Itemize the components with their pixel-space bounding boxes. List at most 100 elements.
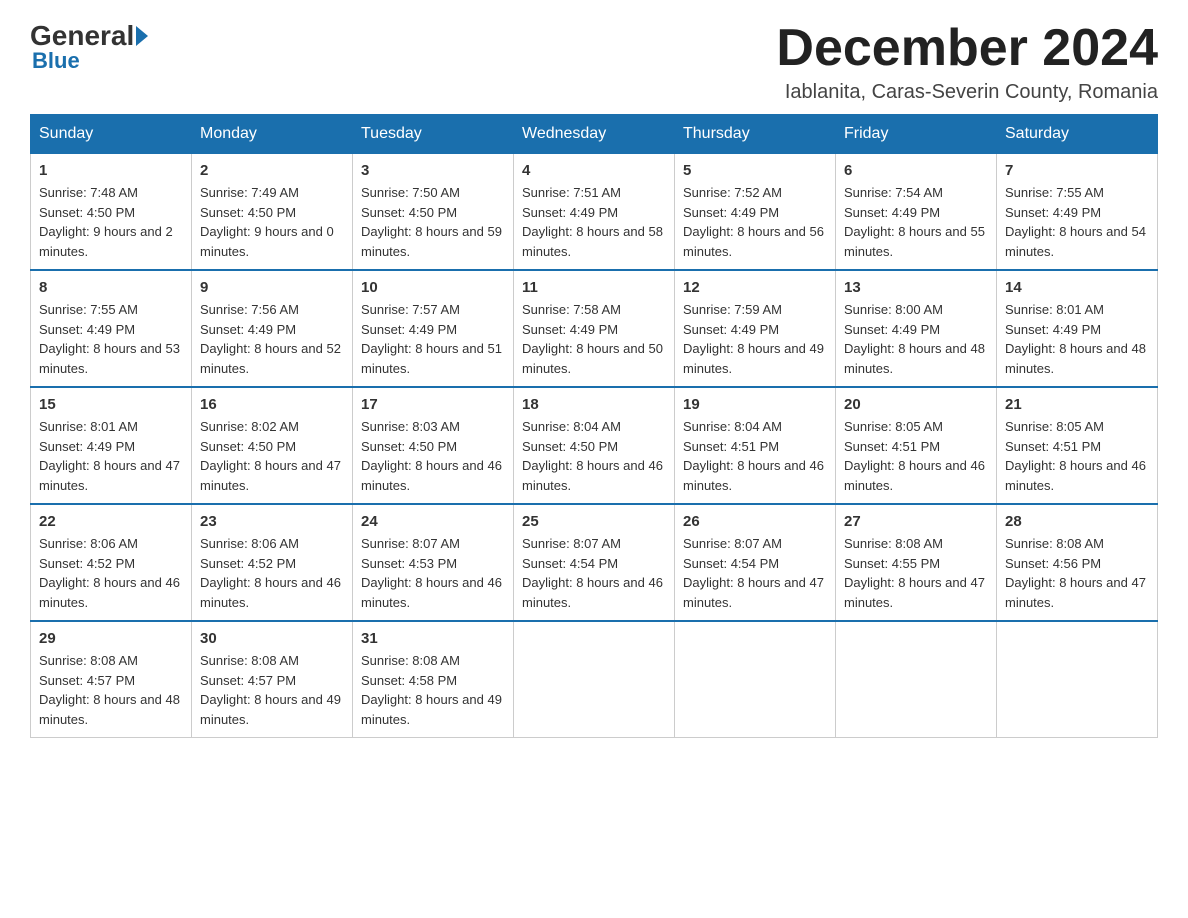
day-info: Sunrise: 7:51 AM Sunset: 4:49 PM Dayligh… [522, 183, 666, 261]
calendar-day-header: Saturday [997, 115, 1158, 154]
day-number: 21 [1005, 396, 1149, 413]
day-info: Sunrise: 8:02 AM Sunset: 4:50 PM Dayligh… [200, 417, 344, 495]
calendar-cell: 1 Sunrise: 7:48 AM Sunset: 4:50 PM Dayli… [31, 154, 192, 271]
day-number: 10 [361, 279, 505, 296]
calendar-week-row: 8 Sunrise: 7:55 AM Sunset: 4:49 PM Dayli… [31, 270, 1158, 387]
calendar-cell: 25 Sunrise: 8:07 AM Sunset: 4:54 PM Dayl… [514, 504, 675, 621]
day-info: Sunrise: 8:03 AM Sunset: 4:50 PM Dayligh… [361, 417, 505, 495]
day-info: Sunrise: 8:05 AM Sunset: 4:51 PM Dayligh… [1005, 417, 1149, 495]
day-number: 22 [39, 513, 183, 530]
day-number: 29 [39, 630, 183, 647]
day-number: 30 [200, 630, 344, 647]
title-section: December 2024 Iablanita, Caras-Severin C… [776, 20, 1158, 104]
calendar-cell: 4 Sunrise: 7:51 AM Sunset: 4:49 PM Dayli… [514, 154, 675, 271]
calendar-cell: 27 Sunrise: 8:08 AM Sunset: 4:55 PM Dayl… [836, 504, 997, 621]
day-info: Sunrise: 7:58 AM Sunset: 4:49 PM Dayligh… [522, 300, 666, 378]
calendar-week-row: 22 Sunrise: 8:06 AM Sunset: 4:52 PM Dayl… [31, 504, 1158, 621]
day-info: Sunrise: 8:07 AM Sunset: 4:53 PM Dayligh… [361, 534, 505, 612]
day-number: 17 [361, 396, 505, 413]
calendar-cell: 3 Sunrise: 7:50 AM Sunset: 4:50 PM Dayli… [353, 154, 514, 271]
calendar-cell: 28 Sunrise: 8:08 AM Sunset: 4:56 PM Dayl… [997, 504, 1158, 621]
day-info: Sunrise: 7:59 AM Sunset: 4:49 PM Dayligh… [683, 300, 827, 378]
calendar-cell: 6 Sunrise: 7:54 AM Sunset: 4:49 PM Dayli… [836, 154, 997, 271]
calendar-cell: 21 Sunrise: 8:05 AM Sunset: 4:51 PM Dayl… [997, 387, 1158, 504]
day-info: Sunrise: 8:05 AM Sunset: 4:51 PM Dayligh… [844, 417, 988, 495]
day-info: Sunrise: 7:56 AM Sunset: 4:49 PM Dayligh… [200, 300, 344, 378]
day-number: 12 [683, 279, 827, 296]
calendar-cell: 23 Sunrise: 8:06 AM Sunset: 4:52 PM Dayl… [192, 504, 353, 621]
calendar-cell: 29 Sunrise: 8:08 AM Sunset: 4:57 PM Dayl… [31, 621, 192, 738]
calendar-day-header: Wednesday [514, 115, 675, 154]
calendar-cell: 2 Sunrise: 7:49 AM Sunset: 4:50 PM Dayli… [192, 154, 353, 271]
day-info: Sunrise: 7:49 AM Sunset: 4:50 PM Dayligh… [200, 183, 344, 261]
calendar-cell: 12 Sunrise: 7:59 AM Sunset: 4:49 PM Dayl… [675, 270, 836, 387]
calendar-cell: 18 Sunrise: 8:04 AM Sunset: 4:50 PM Dayl… [514, 387, 675, 504]
calendar-cell: 14 Sunrise: 8:01 AM Sunset: 4:49 PM Dayl… [997, 270, 1158, 387]
day-number: 27 [844, 513, 988, 530]
day-number: 18 [522, 396, 666, 413]
day-info: Sunrise: 8:07 AM Sunset: 4:54 PM Dayligh… [522, 534, 666, 612]
calendar-table: SundayMondayTuesdayWednesdayThursdayFrid… [30, 114, 1158, 738]
calendar-day-header: Sunday [31, 115, 192, 154]
day-info: Sunrise: 8:08 AM Sunset: 4:58 PM Dayligh… [361, 651, 505, 729]
calendar-cell: 11 Sunrise: 7:58 AM Sunset: 4:49 PM Dayl… [514, 270, 675, 387]
day-info: Sunrise: 8:08 AM Sunset: 4:56 PM Dayligh… [1005, 534, 1149, 612]
logo-blue-text: Blue [30, 48, 80, 74]
calendar-cell [675, 621, 836, 738]
calendar-cell: 10 Sunrise: 7:57 AM Sunset: 4:49 PM Dayl… [353, 270, 514, 387]
day-number: 6 [844, 162, 988, 179]
calendar-day-header: Friday [836, 115, 997, 154]
day-info: Sunrise: 8:00 AM Sunset: 4:49 PM Dayligh… [844, 300, 988, 378]
calendar-cell: 8 Sunrise: 7:55 AM Sunset: 4:49 PM Dayli… [31, 270, 192, 387]
day-number: 1 [39, 162, 183, 179]
day-number: 26 [683, 513, 827, 530]
day-number: 28 [1005, 513, 1149, 530]
day-number: 19 [683, 396, 827, 413]
day-info: Sunrise: 7:48 AM Sunset: 4:50 PM Dayligh… [39, 183, 183, 261]
calendar-cell: 20 Sunrise: 8:05 AM Sunset: 4:51 PM Dayl… [836, 387, 997, 504]
calendar-cell [836, 621, 997, 738]
day-info: Sunrise: 8:01 AM Sunset: 4:49 PM Dayligh… [1005, 300, 1149, 378]
day-number: 13 [844, 279, 988, 296]
day-info: Sunrise: 8:01 AM Sunset: 4:49 PM Dayligh… [39, 417, 183, 495]
day-number: 11 [522, 279, 666, 296]
day-number: 3 [361, 162, 505, 179]
day-number: 9 [200, 279, 344, 296]
calendar-day-header: Thursday [675, 115, 836, 154]
calendar-cell: 7 Sunrise: 7:55 AM Sunset: 4:49 PM Dayli… [997, 154, 1158, 271]
day-number: 24 [361, 513, 505, 530]
day-info: Sunrise: 7:54 AM Sunset: 4:49 PM Dayligh… [844, 183, 988, 261]
logo: General Blue [30, 20, 150, 74]
day-number: 23 [200, 513, 344, 530]
day-number: 2 [200, 162, 344, 179]
day-info: Sunrise: 7:57 AM Sunset: 4:49 PM Dayligh… [361, 300, 505, 378]
calendar-cell: 19 Sunrise: 8:04 AM Sunset: 4:51 PM Dayl… [675, 387, 836, 504]
day-number: 31 [361, 630, 505, 647]
day-number: 5 [683, 162, 827, 179]
calendar-day-header: Tuesday [353, 115, 514, 154]
day-number: 16 [200, 396, 344, 413]
day-number: 7 [1005, 162, 1149, 179]
day-number: 25 [522, 513, 666, 530]
day-number: 20 [844, 396, 988, 413]
calendar-cell: 22 Sunrise: 8:06 AM Sunset: 4:52 PM Dayl… [31, 504, 192, 621]
calendar-cell: 15 Sunrise: 8:01 AM Sunset: 4:49 PM Dayl… [31, 387, 192, 504]
day-info: Sunrise: 8:08 AM Sunset: 4:57 PM Dayligh… [39, 651, 183, 729]
calendar-cell: 9 Sunrise: 7:56 AM Sunset: 4:49 PM Dayli… [192, 270, 353, 387]
calendar-cell: 16 Sunrise: 8:02 AM Sunset: 4:50 PM Dayl… [192, 387, 353, 504]
calendar-cell [997, 621, 1158, 738]
day-info: Sunrise: 8:06 AM Sunset: 4:52 PM Dayligh… [39, 534, 183, 612]
day-info: Sunrise: 7:55 AM Sunset: 4:49 PM Dayligh… [39, 300, 183, 378]
day-info: Sunrise: 7:50 AM Sunset: 4:50 PM Dayligh… [361, 183, 505, 261]
month-year-title: December 2024 [776, 20, 1158, 77]
calendar-cell: 31 Sunrise: 8:08 AM Sunset: 4:58 PM Dayl… [353, 621, 514, 738]
day-number: 8 [39, 279, 183, 296]
location-subtitle: Iablanita, Caras-Severin County, Romania [776, 81, 1158, 104]
day-number: 4 [522, 162, 666, 179]
calendar-week-row: 29 Sunrise: 8:08 AM Sunset: 4:57 PM Dayl… [31, 621, 1158, 738]
calendar-week-row: 1 Sunrise: 7:48 AM Sunset: 4:50 PM Dayli… [31, 154, 1158, 271]
calendar-cell: 13 Sunrise: 8:00 AM Sunset: 4:49 PM Dayl… [836, 270, 997, 387]
calendar-cell: 30 Sunrise: 8:08 AM Sunset: 4:57 PM Dayl… [192, 621, 353, 738]
day-info: Sunrise: 7:52 AM Sunset: 4:49 PM Dayligh… [683, 183, 827, 261]
day-number: 14 [1005, 279, 1149, 296]
